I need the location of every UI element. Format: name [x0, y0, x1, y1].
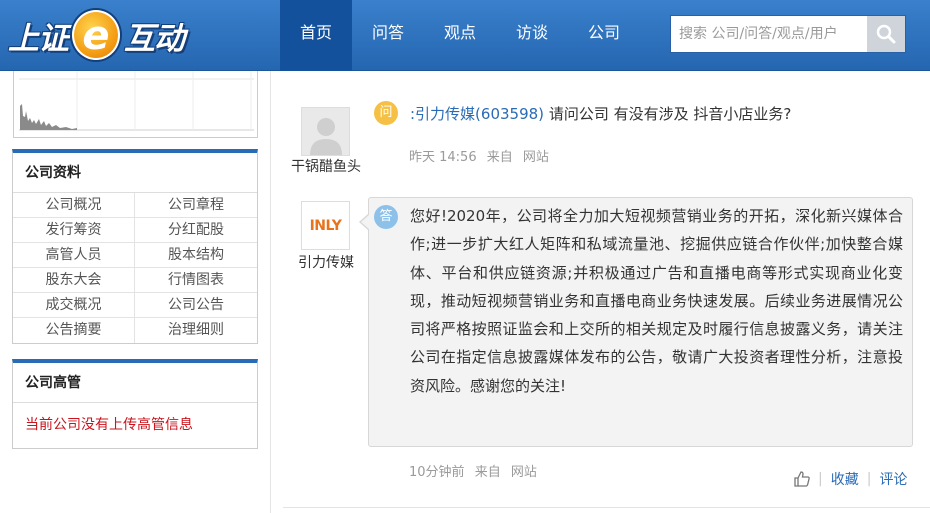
link-articles[interactable]: 公司章程 [135, 193, 257, 218]
link-dividends[interactable]: 分红配股 [135, 218, 257, 243]
question-badge-icon: 问 [374, 101, 398, 125]
executives-empty-note: 当前公司没有上传高管信息 [25, 417, 193, 433]
question-meta: 昨天 14:56 来自 网站 [409, 146, 555, 165]
executives-panel: 公司高管 当前公司没有上传高管信息 [12, 359, 258, 449]
answer-time: 10分钟前 [409, 465, 465, 480]
answer-meta: 10分钟前 来自 网站 [409, 461, 543, 480]
company-info-panel: 公司资料 公司概况 公司章程 发行筹资 分红配股 高管人员 股本结构 股东大会 … [12, 149, 258, 344]
question-source: 网站 [522, 150, 549, 165]
link-market-chart[interactable]: 行情图表 [135, 268, 257, 293]
link-announcements[interactable]: 公司公告 [135, 293, 257, 318]
mini-price-chart[interactable] [13, 71, 258, 138]
answer-actions: | 收藏 | 评论 [794, 468, 907, 490]
logo-text-right: 互动 [124, 20, 185, 57]
nav-companies[interactable]: 公司 [568, 0, 640, 71]
stock-link[interactable]: :引力传媒(603598) [410, 105, 544, 123]
link-company-overview[interactable]: 公司概况 [13, 193, 135, 218]
collect-link[interactable]: 收藏 [831, 469, 859, 489]
search-input[interactable] [671, 16, 867, 52]
action-separator: | [866, 471, 872, 487]
search-button[interactable] [867, 16, 905, 52]
column-divider [270, 71, 271, 513]
search-icon [876, 24, 896, 44]
company-logo: INLY [309, 217, 342, 234]
link-announcement-summary[interactable]: 公告摘要 [13, 318, 135, 343]
search-box [670, 15, 906, 53]
link-trading-overview[interactable]: 成交概况 [13, 293, 135, 318]
comment-link[interactable]: 评论 [879, 469, 907, 489]
asker-name[interactable]: 干锅醋鱼头 [283, 156, 369, 176]
top-header: 上证 e 互动 首页 问答 观点 访谈 公司 [0, 0, 930, 71]
answer-text: 您好!2020年，公司将全力加大短视频营销业务的开拓，深化新兴媒体合作;进一步扩… [410, 207, 903, 395]
company-info-links: 公司概况 公司章程 发行筹资 分红配股 高管人员 股本结构 股东大会 行情图表 … [13, 193, 257, 343]
logo-e-icon: e [72, 10, 120, 60]
thumbs-up-icon[interactable] [794, 471, 810, 487]
link-share-structure[interactable]: 股本结构 [135, 243, 257, 268]
answer-bubble-arrow-fill [361, 215, 369, 229]
site-logo[interactable]: 上证 e 互动 [8, 8, 185, 62]
mini-chart-svg [19, 71, 254, 131]
nav-qa[interactable]: 问答 [352, 0, 424, 71]
nav-home[interactable]: 首页 [280, 0, 352, 71]
question-source-prefix: 来自 [486, 150, 513, 165]
link-governance-rules[interactable]: 治理细则 [135, 318, 257, 343]
link-shareholder-meeting[interactable]: 股东大会 [13, 268, 135, 293]
company-avatar[interactable]: INLY [301, 201, 350, 250]
link-issuance[interactable]: 发行筹资 [13, 218, 135, 243]
answer-badge-icon: 答 [374, 205, 398, 229]
nav-views[interactable]: 观点 [424, 0, 496, 71]
executives-title: 公司高管 [13, 363, 257, 403]
logo-text-left: 上证 [8, 20, 69, 57]
nav-interviews[interactable]: 访谈 [496, 0, 568, 71]
item-divider [283, 507, 930, 508]
company-name[interactable]: 引力传媒 [283, 252, 369, 272]
answer-source-prefix: 来自 [474, 465, 501, 480]
question-time: 昨天 14:56 [409, 150, 477, 165]
asker-avatar[interactable] [301, 107, 350, 156]
action-separator: | [818, 471, 823, 487]
main-nav: 首页 问答 观点 访谈 公司 [280, 0, 640, 71]
question-text: 请问公司 有没有涉及 抖音小店业务? [548, 105, 792, 123]
default-user-icon [309, 118, 342, 155]
question-text-line: :引力传媒(603598) 请问公司 有没有涉及 抖音小店业务? [410, 103, 791, 124]
answer-source: 网站 [510, 465, 537, 480]
company-info-title: 公司资料 [13, 153, 257, 193]
link-executives[interactable]: 高管人员 [13, 243, 135, 268]
